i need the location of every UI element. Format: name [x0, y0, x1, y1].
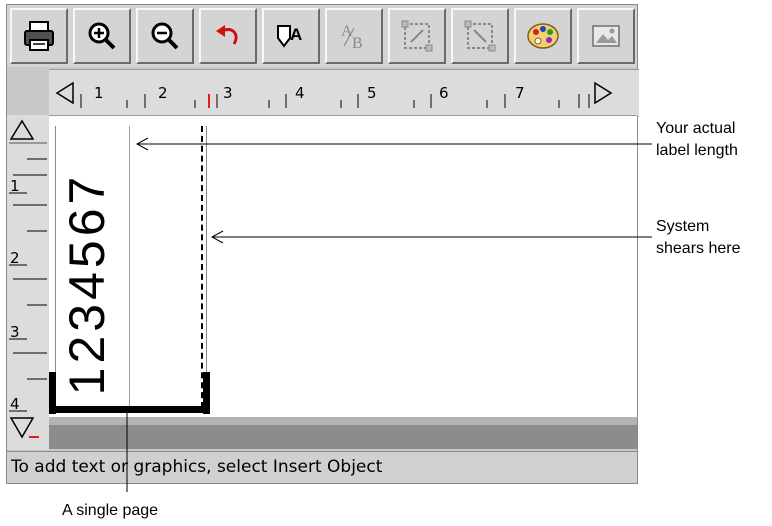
annotation-line: System	[656, 218, 710, 235]
annotation-overlay	[126, 137, 652, 492]
annotation-line: label length	[656, 142, 738, 159]
annotation-line: shears here	[656, 240, 741, 257]
single-page-annotation: A single page	[62, 502, 159, 519]
annotation-line: Your actual	[656, 120, 736, 137]
shear-annotation: System shears here	[656, 216, 741, 260]
label-length-annotation: Your actual label length	[656, 118, 738, 162]
